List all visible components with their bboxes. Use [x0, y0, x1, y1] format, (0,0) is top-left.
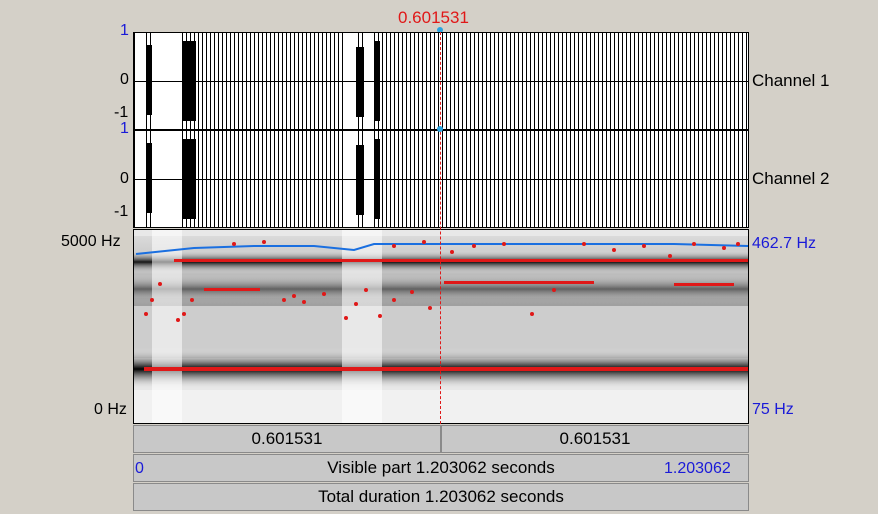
- pitch-top-label: 462.7 Hz: [752, 235, 817, 252]
- cursor-time-label: 0.601531: [398, 8, 469, 27]
- channel2-waveform[interactable]: [133, 130, 749, 228]
- left-segment-bar[interactable]: 0.601531: [133, 425, 441, 453]
- left-segment-duration: 0.601531: [251, 429, 323, 448]
- cursor-line[interactable]: [440, 32, 441, 424]
- channel2-bottom-tick: -1: [114, 203, 129, 220]
- visible-part-text: Visible part 1.203062 seconds: [327, 458, 555, 477]
- pitch-bottom-label: 75 Hz: [752, 401, 794, 418]
- channel1-label: Channel 1: [752, 71, 830, 90]
- spectrogram-freq-bottom: 0 Hz: [94, 401, 127, 418]
- channel2-label: Channel 2: [752, 169, 830, 188]
- channel2-top-tick: 1: [120, 120, 129, 137]
- channel1-waveform[interactable]: [133, 32, 749, 130]
- visible-end-time: 1.203062: [664, 460, 731, 477]
- visible-part-bar[interactable]: Visible part 1.203062 seconds: [133, 454, 749, 482]
- total-duration-bar[interactable]: Total duration 1.203062 seconds: [133, 483, 749, 511]
- right-segment-duration: 0.601531: [559, 429, 631, 448]
- total-duration-text: Total duration 1.203062 seconds: [318, 487, 564, 506]
- right-segment-bar[interactable]: 0.601531: [441, 425, 749, 453]
- channel2-zero-tick: 0: [120, 170, 129, 187]
- visible-start-time: 0: [135, 460, 144, 477]
- cursor-handle-ch2-icon[interactable]: [437, 126, 443, 132]
- spectrogram-freq-top: 5000 Hz: [61, 233, 121, 250]
- spectrogram[interactable]: [133, 229, 749, 424]
- channel1-zero-tick: 0: [120, 71, 129, 88]
- channel1-top-tick: 1: [120, 22, 129, 39]
